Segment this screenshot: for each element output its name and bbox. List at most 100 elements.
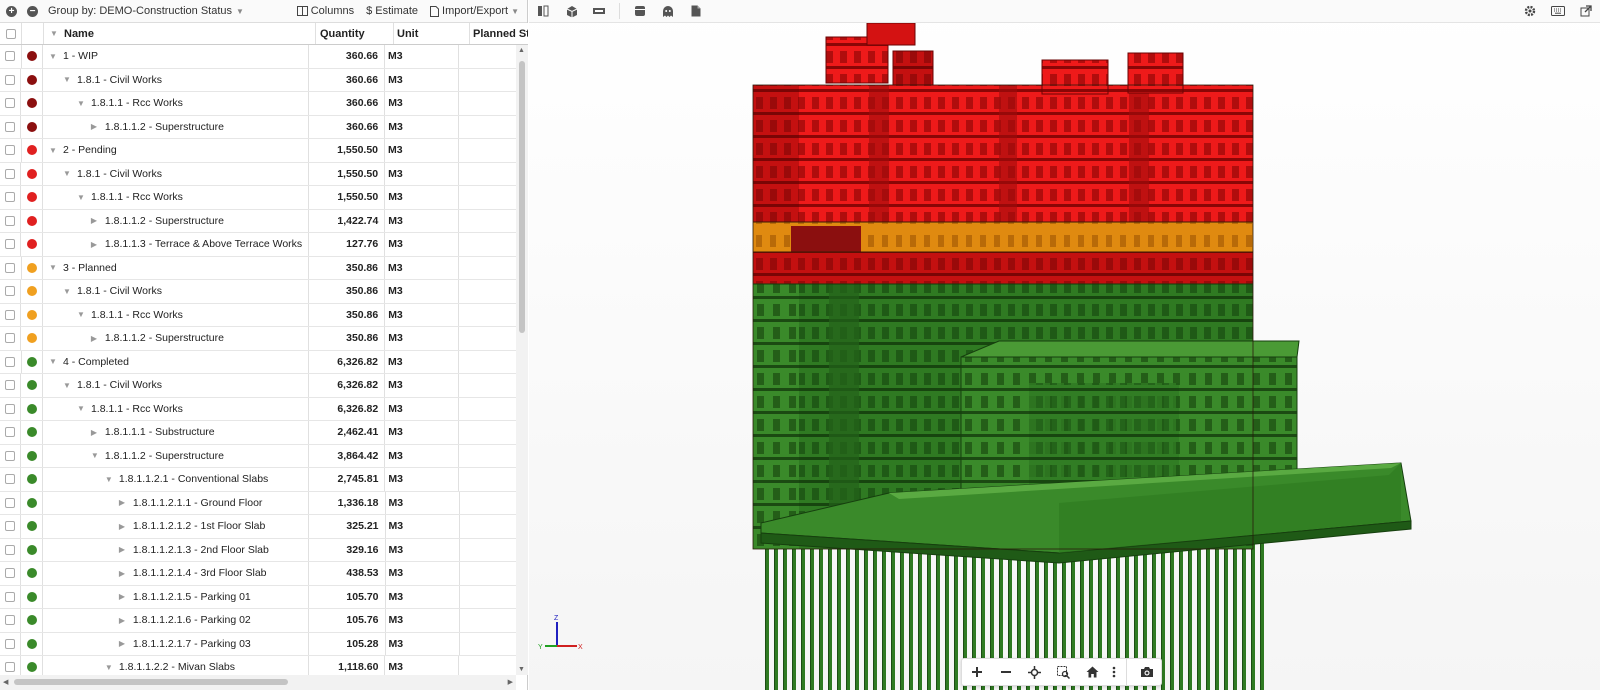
row-select-cell[interactable] — [0, 397, 22, 420]
row-checkbox[interactable] — [5, 662, 16, 673]
table-row[interactable]: ▶ 1.8.1.1.2.1.6 - Parking 02 105.76 M3 — [0, 609, 516, 633]
row-select-cell[interactable] — [0, 491, 22, 514]
table-row[interactable]: ▼ 1.8.1.1 - Rcc Works 6,326.82 M3 — [0, 397, 516, 421]
name-cell[interactable]: ▶ 1.8.1.1.3 - Terrace & Above Terrace Wor… — [43, 233, 310, 256]
chevron-down-icon[interactable]: ▼ — [105, 663, 113, 672]
vertical-scroll-thumb[interactable] — [519, 61, 525, 333]
row-select-cell[interactable] — [0, 468, 22, 491]
name-cell[interactable]: ▶ 1.8.1.1.2.1.1 - Ground Floor — [43, 491, 310, 514]
row-checkbox[interactable] — [5, 192, 16, 203]
name-cell[interactable]: ▼ 1.8.1.1 - Rcc Works — [43, 397, 309, 420]
row-checkbox[interactable] — [5, 638, 16, 649]
row-select-cell[interactable] — [0, 186, 22, 209]
row-checkbox[interactable] — [5, 380, 16, 391]
select-all-cell[interactable] — [0, 23, 22, 44]
row-checkbox[interactable] — [5, 356, 16, 367]
row-checkbox[interactable] — [5, 450, 16, 461]
settings-icon[interactable] — [1516, 0, 1544, 23]
table-row[interactable]: ▼ 1.8.1.1.2.2 - Mivan Slabs 1,118.60 M3 — [0, 656, 516, 675]
table-row[interactable]: ▼ 1.8.1.1.2 - Superstructure 3,864.42 M3 — [0, 444, 516, 468]
ghost-icon[interactable] — [654, 0, 682, 23]
chevron-down-icon[interactable]: ▼ — [49, 52, 57, 61]
section-icon[interactable] — [585, 0, 613, 23]
row-checkbox[interactable] — [5, 333, 16, 344]
chevron-down-icon[interactable]: ▼ — [49, 357, 57, 366]
row-select-cell[interactable] — [0, 303, 22, 326]
row-checkbox[interactable] — [5, 98, 16, 109]
row-checkbox[interactable] — [5, 591, 16, 602]
layers-icon[interactable] — [626, 0, 654, 23]
row-checkbox[interactable] — [5, 497, 16, 508]
name-cell[interactable]: ▼ 1.8.1.1 - Rcc Works — [43, 303, 309, 326]
table-row[interactable]: ▼ 1.8.1 - Civil Works 1,550.50 M3 — [0, 162, 516, 186]
row-checkbox[interactable] — [5, 262, 16, 273]
row-select-cell[interactable] — [0, 233, 22, 256]
scroll-right-icon[interactable]: ▶ — [508, 678, 513, 686]
table-row[interactable]: ▼ 1.8.1.1 - Rcc Works 350.86 M3 — [0, 303, 516, 327]
chevron-right-icon[interactable]: ▶ — [119, 616, 127, 625]
row-select-cell[interactable] — [0, 374, 22, 397]
table-row[interactable]: ▶ 1.8.1.1.2.1.3 - 2nd Floor Slab 329.16 M3 — [0, 538, 516, 562]
row-select-cell[interactable] — [0, 444, 22, 467]
chevron-down-icon[interactable]: ▼ — [77, 404, 85, 413]
row-select-cell[interactable] — [0, 256, 22, 279]
row-select-cell[interactable] — [0, 515, 22, 538]
table-row[interactable]: ▶ 1.8.1.1.2.1.5 - Parking 01 105.70 M3 — [0, 585, 516, 609]
estimate-button[interactable]: $ Estimate — [366, 5, 418, 17]
table-row[interactable]: ▶ 1.8.1.1.2 - Superstructure 350.86 M3 — [0, 327, 516, 351]
name-cell[interactable]: ▶ 1.8.1.1.2 - Superstructure — [43, 115, 310, 138]
row-checkbox[interactable] — [5, 615, 16, 626]
chevron-right-icon[interactable]: ▶ — [119, 545, 127, 554]
table-row[interactable]: ▼ 1.8.1.1 - Rcc Works 1,550.50 M3 — [0, 186, 516, 210]
name-cell[interactable]: ▼ 4 - Completed — [43, 350, 309, 373]
vertical-scrollbar[interactable]: ▲ ▼ — [516, 45, 528, 675]
name-cell[interactable]: ▶ 1.8.1.1.2 - Superstructure — [43, 327, 310, 350]
home-icon[interactable] — [1078, 659, 1107, 685]
name-cell[interactable]: ▼ 1.8.1 - Civil Works — [43, 280, 309, 303]
row-select-cell[interactable] — [0, 139, 22, 162]
quantity-column-header[interactable]: Quantity — [316, 23, 394, 44]
name-cell[interactable]: ▼ 1.8.1.1 - Rcc Works — [43, 92, 309, 115]
chevron-down-icon[interactable]: ▼ — [77, 310, 85, 319]
row-checkbox[interactable] — [5, 544, 16, 555]
group-by-dropdown[interactable]: Group by: DEMO-Construction Status — [48, 5, 232, 17]
name-cell[interactable]: ▼ 1.8.1.1.2.1 - Conventional Slabs — [43, 468, 310, 491]
external-link-icon[interactable] — [1572, 0, 1600, 23]
camera-icon[interactable] — [1132, 659, 1161, 685]
table-row[interactable]: ▼ 1.8.1 - Civil Works 350.86 M3 — [0, 280, 516, 304]
collapse-all-icon[interactable]: − — [27, 5, 38, 17]
row-select-cell[interactable] — [0, 280, 22, 303]
row-select-cell[interactable] — [0, 656, 22, 675]
building-3d-model[interactable] — [529, 23, 1600, 690]
name-cell[interactable]: ▶ 1.8.1.1.2.1.2 - 1st Floor Slab — [43, 515, 310, 538]
chevron-right-icon[interactable]: ▶ — [91, 240, 99, 249]
expand-all-icon[interactable]: + — [6, 5, 17, 17]
chevron-right-icon[interactable]: ▶ — [119, 522, 127, 531]
name-cell[interactable]: ▶ 1.8.1.1.1 - Substructure — [43, 421, 310, 444]
table-row[interactable]: ▶ 1.8.1.1.2 - Superstructure 360.66 M3 — [0, 115, 516, 139]
row-select-cell[interactable] — [0, 92, 22, 115]
zoom-out-icon[interactable] — [991, 659, 1020, 685]
columns-button[interactable]: Columns — [296, 5, 354, 17]
row-select-cell[interactable] — [0, 115, 22, 138]
row-select-cell[interactable] — [0, 162, 22, 185]
row-checkbox[interactable] — [5, 145, 16, 156]
name-cell[interactable]: ▼ 1.8.1 - Civil Works — [43, 68, 309, 91]
row-checkbox[interactable] — [5, 568, 16, 579]
chevron-right-icon[interactable]: ▶ — [119, 569, 127, 578]
name-cell[interactable]: ▶ 1.8.1.1.2.1.3 - 2nd Floor Slab — [43, 538, 310, 561]
planned-column-header[interactable]: Planned St — [470, 23, 528, 44]
row-select-cell[interactable] — [0, 327, 22, 350]
row-checkbox[interactable] — [5, 215, 16, 226]
name-cell[interactable]: ▼ 1.8.1.1 - Rcc Works — [43, 186, 309, 209]
row-select-cell[interactable] — [0, 538, 22, 561]
table-row[interactable]: ▶ 1.8.1.1.2.1.1 - Ground Floor 1,336.18 M3 — [0, 491, 516, 515]
table-row[interactable]: ▼ 1.8.1.1.2.1 - Conventional Slabs 2,745.8… — [0, 468, 516, 492]
chevron-down-icon[interactable]: ▼ — [77, 99, 85, 108]
row-select-cell[interactable] — [0, 45, 22, 68]
chevron-down-icon[interactable]: ▼ — [63, 169, 71, 178]
chevron-right-icon[interactable]: ▶ — [119, 592, 127, 601]
table-row[interactable]: ▶ 1.8.1.1.1 - Substructure 2,462.41 M3 — [0, 421, 516, 445]
table-row[interactable]: ▼ 4 - Completed 6,326.82 M3 — [0, 350, 516, 374]
name-cell[interactable]: ▶ 1.8.1.1.2.1.7 - Parking 03 — [43, 632, 310, 655]
